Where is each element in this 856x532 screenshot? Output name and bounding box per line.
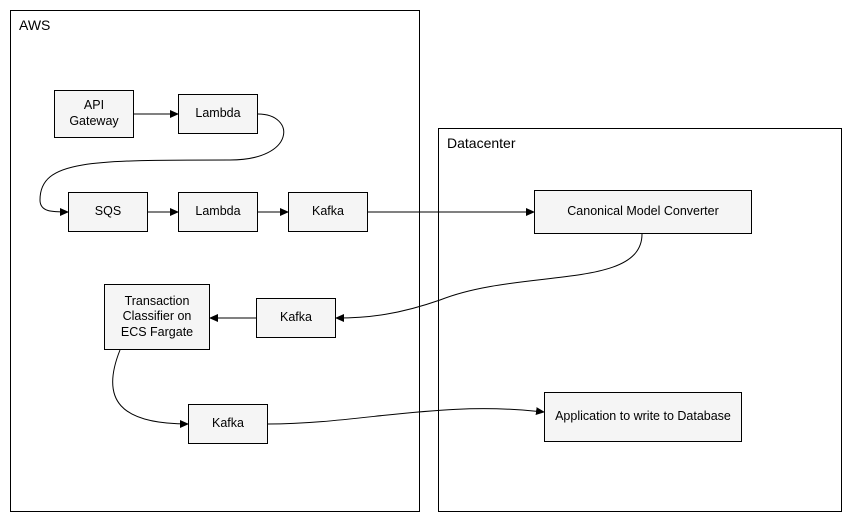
node-db-writer-label: Application to write to Database	[555, 409, 731, 425]
node-sqs-label: SQS	[95, 204, 121, 220]
node-transaction-classifier-label: Transaction Classifier on ECS Fargate	[111, 294, 203, 341]
node-kafka-2: Kafka	[256, 298, 336, 338]
node-lambda-2-label: Lambda	[195, 204, 240, 220]
node-lambda-1-label: Lambda	[195, 106, 240, 122]
node-sqs: SQS	[68, 192, 148, 232]
node-kafka-1-label: Kafka	[312, 204, 344, 220]
node-kafka-3: Kafka	[188, 404, 268, 444]
node-api-gateway-label: API Gateway	[61, 98, 127, 129]
node-kafka-1: Kafka	[288, 192, 368, 232]
node-canonical-model-converter: Canonical Model Converter	[534, 190, 752, 234]
node-lambda-2: Lambda	[178, 192, 258, 232]
container-datacenter-label: Datacenter	[447, 135, 515, 151]
node-kafka-2-label: Kafka	[280, 310, 312, 326]
node-db-writer: Application to write to Database	[544, 392, 742, 442]
node-kafka-3-label: Kafka	[212, 416, 244, 432]
node-api-gateway: API Gateway	[54, 90, 134, 138]
node-transaction-classifier: Transaction Classifier on ECS Fargate	[104, 284, 210, 350]
container-datacenter: Datacenter	[438, 128, 842, 512]
node-canonical-model-converter-label: Canonical Model Converter	[567, 204, 718, 220]
node-lambda-1: Lambda	[178, 94, 258, 134]
container-aws-label: AWS	[19, 17, 50, 33]
